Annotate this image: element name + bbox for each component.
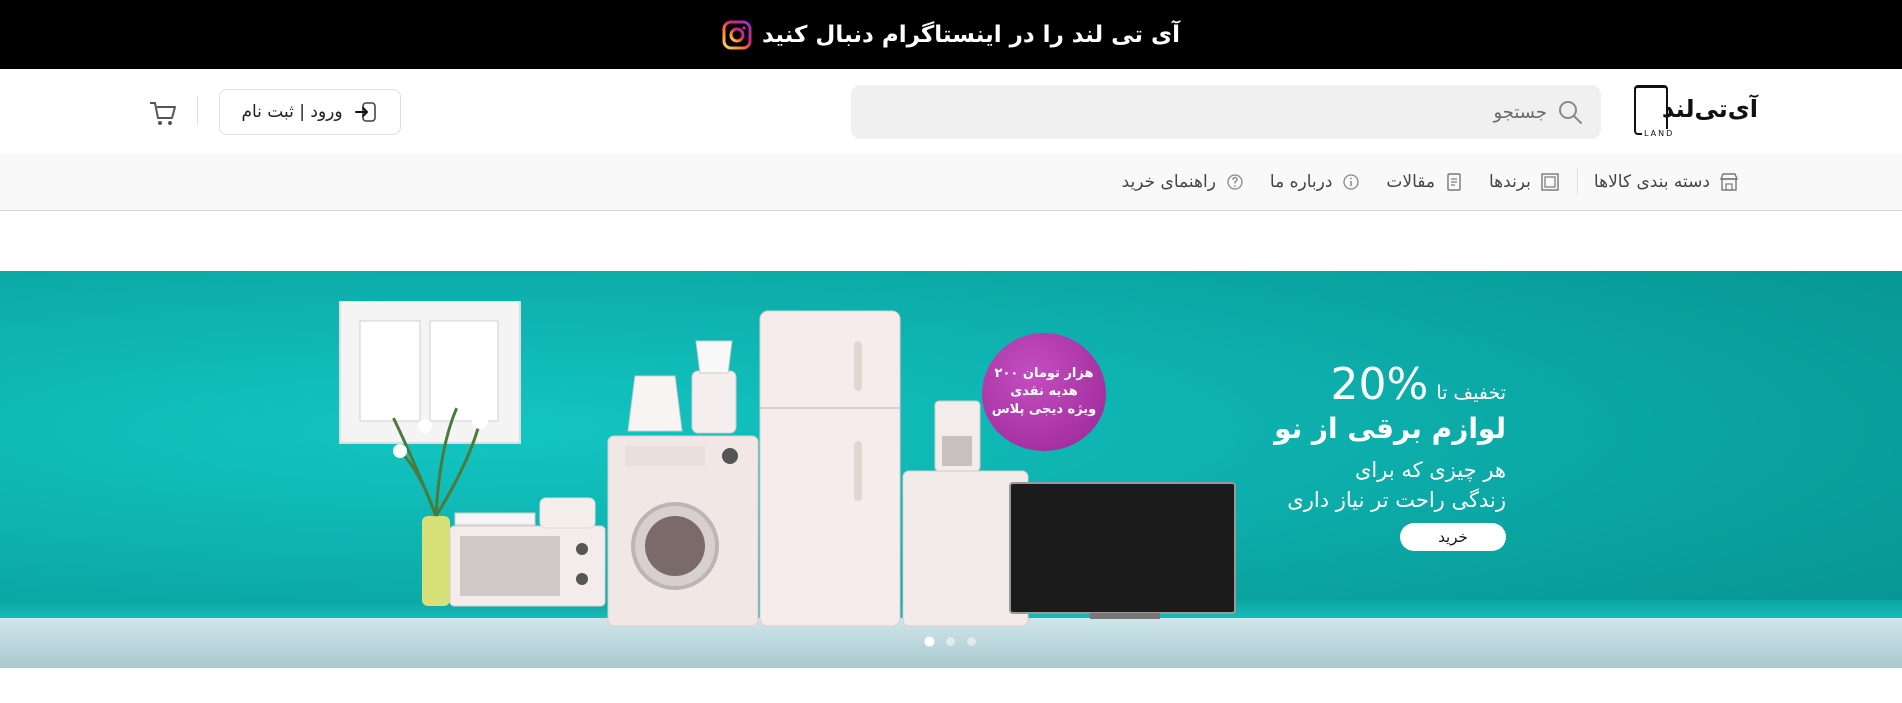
instagram-announcement-bar[interactable]: آی تی لند را در اینستاگرام دنبال کنید — [0, 0, 1902, 69]
search-icon — [1559, 101, 1582, 124]
cash-gift-badge: ۲۰۰ هزار تومان هدیه نقدی ویژه دیجی پلاس — [982, 333, 1106, 451]
search-input[interactable] — [947, 101, 1547, 123]
cart-icon[interactable] — [148, 99, 178, 127]
nav-separator — [1576, 169, 1578, 195]
nav-articles-label: مقالات — [1386, 172, 1435, 192]
site-logo[interactable]: آی‌تی‌لند LAND — [1628, 85, 1758, 138]
banner-title: لوازم برقی از نو — [1274, 412, 1506, 445]
info-icon — [1343, 174, 1360, 190]
site-header: آی‌تی‌لند LAND ورود | ثبت نام — [0, 69, 1902, 153]
nav-buying-guide[interactable]: راهنمای خرید — [1110, 171, 1258, 193]
banner-subtitle-line-2: زندگی راحت تر نیاز داری — [1287, 488, 1506, 512]
carousel-dot[interactable] — [966, 636, 977, 647]
carousel-dot[interactable] — [924, 636, 935, 647]
main-nav: دسته بندی کالاها برندها مقالات درباره ما… — [0, 153, 1902, 211]
nav-brands[interactable]: برندها — [1477, 171, 1573, 193]
banner-discount-value: 20% — [1330, 359, 1429, 410]
header-divider — [197, 96, 198, 126]
help-icon — [1227, 174, 1243, 190]
nav-about[interactable]: درباره ما — [1258, 171, 1375, 193]
logo-subtext: LAND — [1642, 129, 1677, 138]
nav-about-label: درباره ما — [1269, 172, 1333, 192]
instagram-icon — [722, 20, 752, 49]
badge-line-2: هدیه نقدی — [1010, 384, 1078, 399]
login-register-button[interactable]: ورود | ثبت نام — [219, 89, 401, 135]
nav-categories-label: دسته بندی کالاها — [1593, 172, 1710, 192]
buy-button[interactable]: خرید — [1400, 523, 1506, 551]
hero-banner[interactable]: ۲۰۰ هزار تومان هدیه نقدی ویژه دیجی پلاس … — [0, 271, 1902, 668]
document-icon — [1447, 173, 1461, 191]
logo-phone-mark — [1634, 85, 1668, 135]
instagram-announcement-text: آی تی لند را در اینستاگرام دنبال کنید — [761, 21, 1181, 48]
nav-brands-label: برندها — [1489, 172, 1531, 192]
badge-line-3: ویژه دیجی پلاس — [991, 402, 1097, 417]
brand-icon — [1541, 173, 1559, 191]
carousel-dots — [924, 636, 977, 647]
nav-buying-guide-label: راهنمای خرید — [1121, 172, 1216, 192]
store-icon — [1719, 173, 1739, 191]
banner-subtitle-line-1: هر چیزی که برای — [1355, 458, 1506, 482]
home-appliances-illustration — [339, 301, 1236, 627]
nav-articles[interactable]: مقالات — [1374, 171, 1477, 193]
carousel-dot[interactable] — [945, 636, 956, 647]
login-register-label: ورود | ثبت نام — [241, 102, 343, 122]
banner-copy: تخفیف تا 20% لوازم برقی از نو هر چیزی که… — [1274, 359, 1506, 515]
nav-categories[interactable]: دسته بندی کالاها — [1582, 171, 1752, 193]
logo-text: آی‌تی‌لند — [1661, 95, 1758, 123]
login-icon — [354, 102, 376, 122]
banner-discount-label: تخفیف تا — [1436, 382, 1506, 404]
badge-line-1: ۲۰۰ هزار تومان — [994, 366, 1094, 381]
search-bar[interactable] — [851, 85, 1601, 139]
